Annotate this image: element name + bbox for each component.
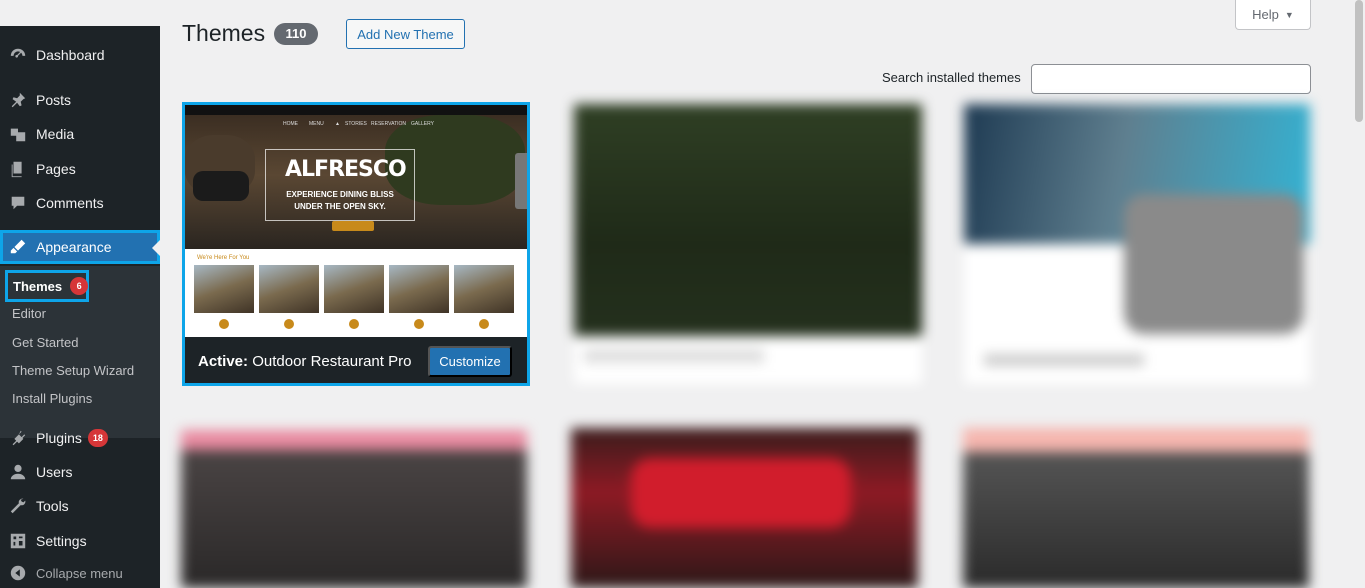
theme-card[interactable] [181, 430, 527, 588]
help-label: Help [1252, 7, 1279, 22]
hero-title: ALFRESCO [285, 157, 407, 182]
menu-plugins-label: Plugins [36, 430, 82, 446]
menu-dashboard[interactable]: Dashboard [0, 38, 160, 72]
pin-icon [0, 91, 36, 109]
lower-section-title: We're Here For You [197, 255, 250, 261]
menu-posts-label: Posts [36, 92, 72, 108]
active-label: Active: [198, 353, 249, 370]
brush-icon [0, 238, 36, 256]
submenu-themes[interactable]: Themes 6 [5, 270, 89, 302]
settings-icon [0, 532, 36, 550]
menu-tools-label: Tools [36, 498, 69, 514]
collapse-menu-button[interactable]: Collapse menu [0, 556, 160, 588]
help-tab-button[interactable]: Help ▼ [1235, 0, 1311, 30]
menu-settings-label: Settings [36, 533, 87, 549]
theme-card[interactable] [574, 104, 922, 384]
active-theme-footer: Active: Outdoor Restaurant Pro Customize [185, 337, 527, 383]
menu-users[interactable]: Users [0, 455, 160, 489]
plugins-update-badge: 18 [87, 429, 108, 447]
active-theme-name: Active: Outdoor Restaurant Pro [198, 353, 413, 370]
feature-icon [414, 319, 424, 329]
feature-image [454, 265, 514, 313]
plugin-icon [0, 429, 36, 447]
appearance-submenu: Themes 6 Editor Get Started Theme Setup … [0, 266, 160, 438]
add-new-theme-button[interactable]: Add New Theme [346, 19, 465, 49]
submenu-install-plugins[interactable]: Install Plugins [12, 391, 92, 406]
screenshot-lower-section: We're Here For You [185, 249, 527, 337]
feature-image [324, 265, 384, 313]
theme-count-badge: 110 [274, 23, 318, 45]
search-themes-input[interactable] [1031, 64, 1311, 94]
page-scrollbar[interactable] [1353, 0, 1365, 588]
comment-icon [0, 194, 36, 212]
wrench-icon [0, 497, 36, 515]
admin-sidebar: Dashboard Posts Media Pages Comments App… [0, 26, 160, 588]
active-theme-card[interactable]: ▲ HOME MENU STORIES RESERVATION GALLERY ALFRE… [182, 102, 530, 386]
feature-image [259, 265, 319, 313]
scrollbar-thumb[interactable] [1355, 0, 1363, 122]
collapse-menu-label: Collapse menu [36, 565, 123, 581]
media-icon [0, 125, 36, 143]
submenu-editor[interactable]: Editor [12, 306, 46, 321]
screenshot-topbar [185, 105, 527, 115]
user-icon [0, 463, 36, 481]
menu-pages-label: Pages [36, 161, 76, 177]
menu-tools[interactable]: Tools [0, 489, 160, 523]
search-label: Search installed themes [882, 70, 1021, 85]
feature-icon [349, 319, 359, 329]
theme-card[interactable] [963, 428, 1309, 588]
feature-icon [479, 319, 489, 329]
menu-media-label: Media [36, 126, 75, 142]
menu-appearance[interactable]: Appearance [0, 230, 160, 264]
menu-users-label: Users [36, 464, 73, 480]
menu-plugins[interactable]: Plugins 18 [0, 421, 160, 455]
feature-image [194, 265, 254, 313]
hero-button [332, 221, 374, 231]
customize-button[interactable]: Customize [428, 346, 512, 377]
theme-card[interactable] [571, 428, 918, 588]
feature-icon [284, 319, 294, 329]
submenu-get-started[interactable]: Get Started [12, 335, 78, 350]
menu-dashboard-label: Dashboard [36, 47, 105, 63]
feature-icon [219, 319, 229, 329]
theme-screenshot[interactable]: ▲ HOME MENU STORIES RESERVATION GALLERY ALFRE… [185, 105, 527, 337]
collapse-icon [0, 564, 36, 582]
theme-card[interactable] [964, 104, 1310, 384]
screenshot-nav: ▲ HOME MENU STORIES RESERVATION GALLERY [283, 121, 434, 127]
menu-comments-label: Comments [36, 195, 104, 211]
hero-side-tab [515, 153, 527, 209]
dashboard-icon [0, 46, 36, 64]
theme-name: Outdoor Restaurant Pro [252, 353, 412, 370]
feature-image [389, 265, 449, 313]
menu-appearance-label: Appearance [36, 239, 112, 255]
menu-comments[interactable]: Comments [0, 186, 160, 220]
menu-posts[interactable]: Posts [0, 83, 160, 117]
current-menu-arrow [152, 240, 160, 256]
submenu-theme-setup-wizard[interactable]: Theme Setup Wizard [12, 363, 134, 378]
hero-subtitle: EXPERIENCE DINING BLISS UNDER THE OPEN S… [286, 190, 394, 211]
menu-media[interactable]: Media [0, 117, 160, 151]
themes-update-badge: 6 [70, 277, 89, 295]
submenu-themes-label: Themes [13, 278, 63, 294]
pages-icon [0, 160, 36, 178]
menu-settings[interactable]: Settings [0, 524, 160, 558]
page-title: Themes [182, 20, 266, 46]
menu-pages[interactable]: Pages [0, 152, 160, 186]
caret-down-icon: ▼ [1284, 9, 1294, 20]
